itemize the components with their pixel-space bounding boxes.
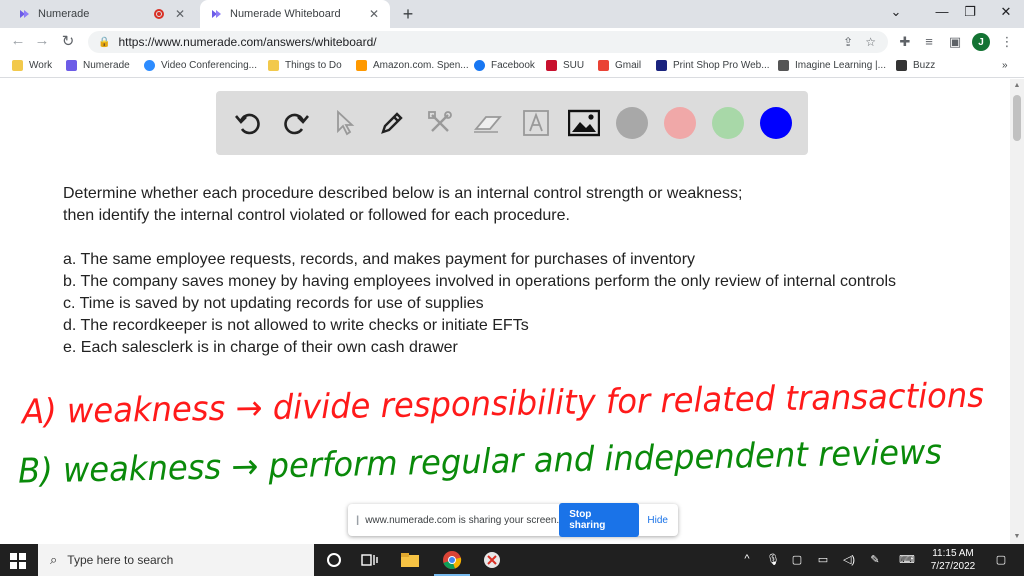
bookmark-video-conferencing[interactable]: Video Conferencing...	[144, 60, 257, 71]
address-bar[interactable]: 🔒 https://www.numerade.com/answers/white…	[88, 31, 888, 53]
recording-icon	[154, 9, 164, 19]
bookmarks-bar: Work Numerade Video Conferencing... Thin…	[0, 56, 1024, 78]
buzz-icon	[896, 60, 907, 71]
new-tab-button[interactable]: +	[398, 4, 418, 25]
search-placeholder: Type here to search	[67, 553, 174, 567]
bookmark-facebook[interactable]: Facebook	[474, 60, 535, 71]
handwriting-layer: A) weakness → divide responsibility for …	[18, 376, 985, 492]
drag-handle-icon[interactable]: ||	[356, 515, 360, 526]
reading-list-icon[interactable]: ≡	[920, 34, 938, 49]
tab-strip: Numerade ✕ Numerade Whiteboard ✕ + ⌄ — ❐…	[0, 0, 1024, 28]
screen-sharing-bar: || www.numerade.com is sharing your scre…	[348, 503, 678, 537]
scroll-up-icon[interactable]: ▲	[1010, 79, 1024, 93]
taskbar-clock[interactable]: 11:15 AM 7/27/2022	[924, 547, 982, 573]
snip-tool-icon[interactable]	[482, 550, 502, 570]
amazon-icon	[356, 60, 367, 71]
pen-workspace-icon[interactable]: ✎	[866, 553, 884, 566]
bookmark-suu[interactable]: SUU	[546, 60, 584, 71]
suu-icon	[546, 60, 557, 71]
network-icon[interactable]: ▭	[814, 553, 832, 566]
profile-avatar[interactable]: J	[972, 33, 990, 51]
search-icon: ⌕	[50, 552, 58, 567]
clock-time: 11:15 AM	[932, 548, 974, 559]
bookmark-star-icon[interactable]: ☆	[865, 35, 876, 49]
windows-taskbar: ⌕ Type here to search ^ 🎙 ▢ ▭ ◁) ✎ ⌨ 11:…	[0, 544, 1024, 576]
clock-date: 7/27/2022	[930, 561, 976, 572]
video-icon	[144, 60, 155, 71]
imagine-learning-icon	[778, 60, 789, 71]
print-shop-icon	[656, 60, 667, 71]
browser-toolbar: ← → ↻ 🔒 https://www.numerade.com/answers…	[0, 28, 1024, 56]
taskbar-search-input[interactable]: ⌕ Type here to search	[38, 544, 314, 576]
handwritten-answer-a: A) weakness → divide responsibility for …	[20, 376, 984, 433]
tab-title: Numerade Whiteboard	[230, 8, 341, 20]
bookmark-amazon[interactable]: Amazon.com. Spen...	[356, 60, 469, 71]
stop-sharing-button[interactable]: Stop sharing	[559, 503, 640, 537]
numerade-logo-icon	[212, 10, 221, 18]
bookmark-buzz[interactable]: Buzz	[896, 60, 935, 71]
task-view-icon[interactable]	[360, 550, 380, 570]
share-icon[interactable]: ⇪	[843, 35, 853, 49]
scroll-down-icon[interactable]: ▼	[1010, 530, 1024, 544]
tab-title: Numerade	[38, 8, 90, 20]
bookmark-print-shop[interactable]: Print Shop Pro Web...	[656, 60, 770, 71]
scrollbar-thumb[interactable]	[1013, 95, 1021, 141]
folder-icon	[268, 60, 279, 71]
sharing-message: www.numerade.com is sharing your screen.	[365, 514, 560, 526]
meet-now-icon[interactable]: ▢	[788, 553, 806, 566]
bookmark-gmail[interactable]: Gmail	[598, 60, 641, 71]
restore-button[interactable]: ❐	[960, 4, 980, 20]
gmail-icon	[598, 60, 609, 71]
numerade-logo-icon	[20, 10, 29, 18]
bookmark-work[interactable]: Work	[12, 60, 52, 71]
side-panel-icon[interactable]: ▣	[946, 34, 964, 50]
microphone-icon[interactable]: 🎙	[764, 553, 782, 566]
chrome-icon[interactable]	[442, 550, 462, 570]
whiteboard-page: Determine whether each procedure describ…	[0, 79, 1010, 544]
volume-icon[interactable]: ◁)	[840, 553, 858, 566]
tab-numerade-whiteboard[interactable]: Numerade Whiteboard ✕	[200, 0, 390, 28]
hide-button[interactable]: Hide	[647, 515, 668, 526]
extensions-icon[interactable]: ✚	[896, 34, 914, 50]
windows-start-icon[interactable]	[10, 553, 26, 569]
lock-icon: 🔒	[98, 36, 111, 48]
reload-icon[interactable]: ↻	[58, 32, 78, 50]
minimize-button[interactable]: —	[932, 4, 952, 19]
back-icon[interactable]: ←	[8, 32, 28, 49]
file-explorer-icon[interactable]	[400, 550, 420, 570]
bookmark-things-to-do[interactable]: Things to Do	[268, 60, 342, 71]
close-tab-icon[interactable]: ✕	[366, 7, 382, 21]
bookmark-imagine-learning[interactable]: Imagine Learning |...	[778, 60, 886, 71]
bookmarks-overflow-button[interactable]: »	[1002, 60, 1008, 71]
facebook-icon	[474, 60, 485, 71]
page-scrollbar[interactable]: ▲ ▼	[1010, 79, 1024, 544]
forward-icon[interactable]: →	[32, 32, 52, 49]
close-tab-icon[interactable]: ✕	[172, 7, 188, 21]
cortana-icon[interactable]	[324, 550, 344, 570]
tab-search-icon[interactable]: ⌄	[886, 4, 906, 20]
url-text: https://www.numerade.com/answers/whitebo…	[118, 35, 377, 49]
tab-numerade[interactable]: Numerade ✕	[8, 0, 196, 28]
numerade-logo-icon	[66, 60, 77, 71]
folder-icon	[12, 60, 23, 71]
keyboard-icon[interactable]: ⌨	[898, 553, 916, 566]
show-hidden-icons-icon[interactable]: ^	[738, 553, 756, 565]
close-window-button[interactable]: ✕	[996, 4, 1016, 20]
handwritten-answer-b: B) weakness → perform regular and indepe…	[18, 432, 943, 491]
bookmark-numerade[interactable]: Numerade	[66, 60, 130, 71]
notifications-icon[interactable]: ▢	[992, 553, 1010, 566]
menu-icon[interactable]: ⋮	[998, 34, 1016, 50]
